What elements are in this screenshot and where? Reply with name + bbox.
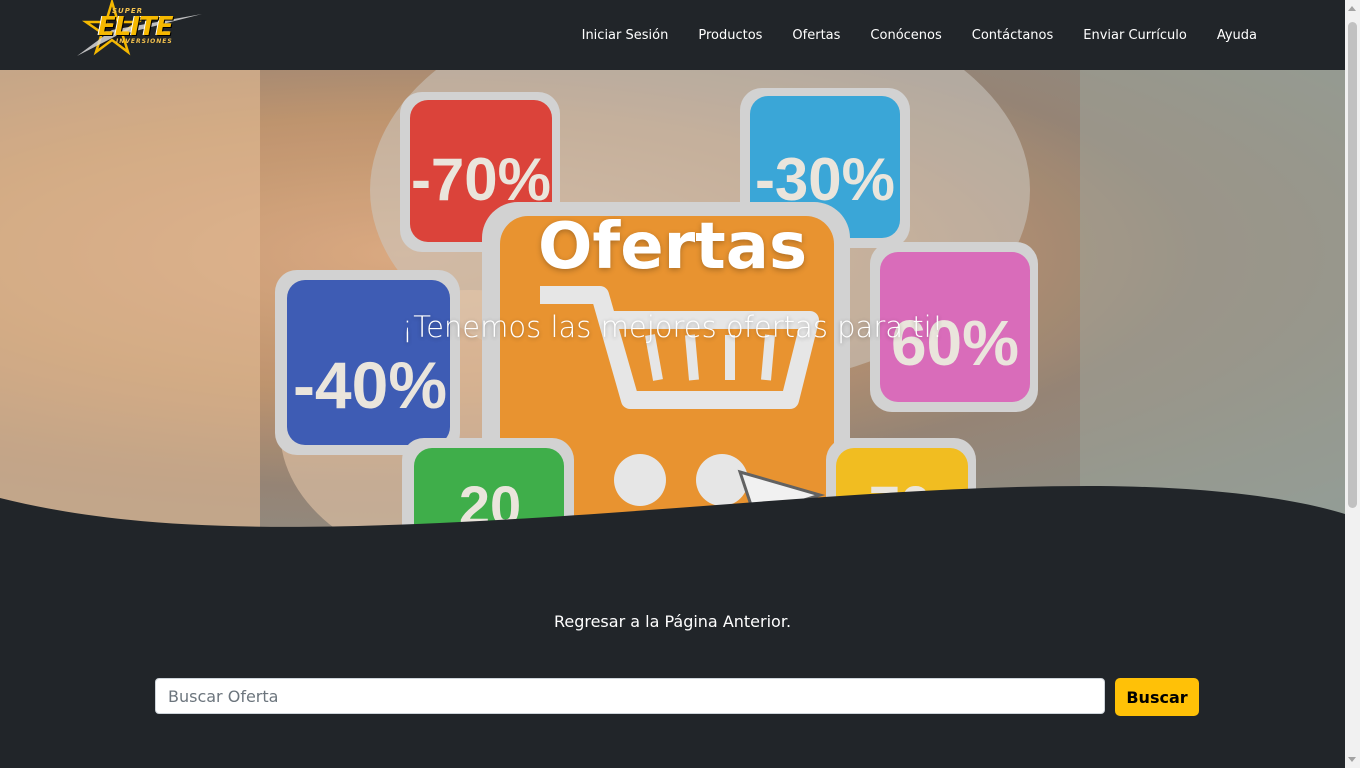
nav-send-cv[interactable]: Enviar Currículo (1083, 28, 1187, 43)
search-input[interactable] (155, 678, 1105, 714)
scrollbar[interactable] (1345, 0, 1360, 768)
brand-logo[interactable]: SUPER ELITE INVERSIONES (72, 0, 204, 60)
nav-login[interactable]: Iniciar Sesión (582, 28, 669, 43)
scroll-down-icon[interactable] (1348, 757, 1356, 762)
hero-banner: -70% -30% -40% 60% 20 70 Ofertas (0, 70, 1345, 530)
page-title: Ofertas (537, 210, 808, 284)
hero-background-image: -70% -30% -40% 60% 20 70 (0, 70, 1345, 530)
nav-contact[interactable]: Contáctanos (972, 28, 1054, 43)
nav-menu: Iniciar Sesión Productos Ofertas Conócen… (582, 0, 1257, 70)
navbar: SUPER ELITE INVERSIONES Iniciar Sesión P… (0, 0, 1345, 70)
scroll-up-icon[interactable] (1348, 6, 1356, 11)
search-button[interactable]: Buscar (1115, 678, 1199, 716)
hero-subtitle: ¡Tenemos las mejores ofertas para ti! (401, 310, 944, 344)
nav-products[interactable]: Productos (698, 28, 762, 43)
back-link[interactable]: Regresar a la Página Anterior. (0, 612, 1345, 631)
scrollbar-thumb[interactable] (1348, 22, 1357, 508)
nav-about[interactable]: Conócenos (870, 28, 941, 43)
nav-offers[interactable]: Ofertas (792, 28, 840, 43)
logo-subtitle-text: INVERSIONES (116, 38, 173, 45)
wave-divider (0, 485, 1345, 540)
nav-help[interactable]: Ayuda (1217, 28, 1257, 43)
